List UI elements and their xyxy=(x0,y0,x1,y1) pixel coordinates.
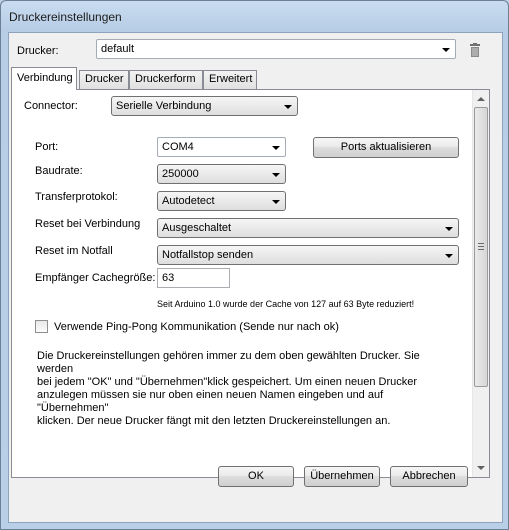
baud-label: Baudrate: xyxy=(35,165,83,177)
port-label: Port: xyxy=(35,141,59,153)
chevron-down-icon xyxy=(445,227,453,231)
connector-label: Connector: xyxy=(24,100,78,112)
title-bar[interactable]: Druckereinstellungen xyxy=(1,1,508,32)
pingpong-checkbox[interactable] xyxy=(35,320,48,333)
printer-label: Drucker: xyxy=(17,45,59,57)
vertical-scrollbar[interactable] xyxy=(472,90,489,477)
cache-size-value: 63 xyxy=(162,272,175,284)
tab-verbindung[interactable]: Verbindung xyxy=(11,67,77,90)
chevron-down-icon xyxy=(272,173,280,177)
cache-size-field[interactable]: 63 xyxy=(157,268,230,288)
refresh-ports-button[interactable]: Ports aktualisieren xyxy=(313,137,459,158)
reset-connect-label: Reset bei Verbindung xyxy=(35,218,141,230)
port-value: COM4 xyxy=(162,141,194,153)
reset-emergency-value: Notfallstop senden xyxy=(162,249,254,261)
description-line: klicken. Der neue Drucker fängt mit den … xyxy=(37,415,391,427)
description-line: anzulegen müssen sie nur oben einen neue… xyxy=(37,389,384,414)
protocol-value: Autodetect xyxy=(162,195,215,207)
tab-erweitert[interactable]: Erweitert xyxy=(203,70,257,89)
connector-select[interactable]: Serielle Verbindung xyxy=(111,96,298,116)
reset-connect-value: Ausgeschaltet xyxy=(162,222,232,234)
description-line: Die Druckereinstellungen gehören immer z… xyxy=(37,350,420,375)
cache-label: Empfänger Cachegröße: xyxy=(35,272,156,284)
baud-value: 250000 xyxy=(162,168,199,180)
scroll-up-icon[interactable] xyxy=(473,90,489,107)
reset-connect-select[interactable]: Ausgeschaltet xyxy=(157,218,459,238)
tab-panel-verbindung: Connector: Serielle Verbindung Port: COM… xyxy=(11,89,490,478)
apply-button[interactable]: Übernehmen xyxy=(304,466,380,487)
printer-value: default xyxy=(101,43,135,55)
chevron-down-icon xyxy=(272,200,280,204)
connector-value: Serielle Verbindung xyxy=(116,100,212,112)
baud-select[interactable]: 250000 xyxy=(157,164,286,184)
cancel-button[interactable]: Abbrechen xyxy=(390,466,468,487)
chevron-down-icon xyxy=(284,105,292,109)
pingpong-label[interactable]: Verwende Ping-Pong Kommunikation (Sende … xyxy=(54,321,339,333)
chevron-down-icon xyxy=(272,146,280,150)
tab-drucker[interactable]: Drucker xyxy=(79,70,129,89)
chevron-down-icon xyxy=(442,48,450,52)
cache-note: Seit Arduino 1.0 wurde der Cache von 127… xyxy=(157,299,415,309)
trash-icon[interactable] xyxy=(469,43,481,57)
window-title: Druckereinstellungen xyxy=(9,10,122,24)
ok-button[interactable]: OK xyxy=(218,466,294,487)
chevron-down-icon xyxy=(445,254,453,258)
port-select[interactable]: COM4 xyxy=(157,137,286,157)
printer-select[interactable]: default xyxy=(96,39,456,59)
tab-druckerform[interactable]: Druckerform xyxy=(129,70,203,89)
scroll-down-icon[interactable] xyxy=(473,460,489,477)
dialog-body: Drucker: default Verbindung Drucker Druc… xyxy=(8,32,503,523)
protocol-label: Transferprotokol: xyxy=(35,191,118,203)
scrollbar-thumb[interactable] xyxy=(474,107,488,387)
reset-emergency-label: Reset im Notfall xyxy=(35,245,113,257)
description-text: Die Druckereinstellungen gehören immer z… xyxy=(37,350,457,428)
reset-emergency-select[interactable]: Notfallstop senden xyxy=(157,245,459,265)
settings-window: Druckereinstellungen Drucker: default Ve… xyxy=(0,0,509,530)
protocol-select[interactable]: Autodetect xyxy=(157,191,286,211)
description-line: bei jedem "OK" und "Übernehmen"klick ges… xyxy=(37,376,418,388)
grip-icon xyxy=(478,243,484,252)
